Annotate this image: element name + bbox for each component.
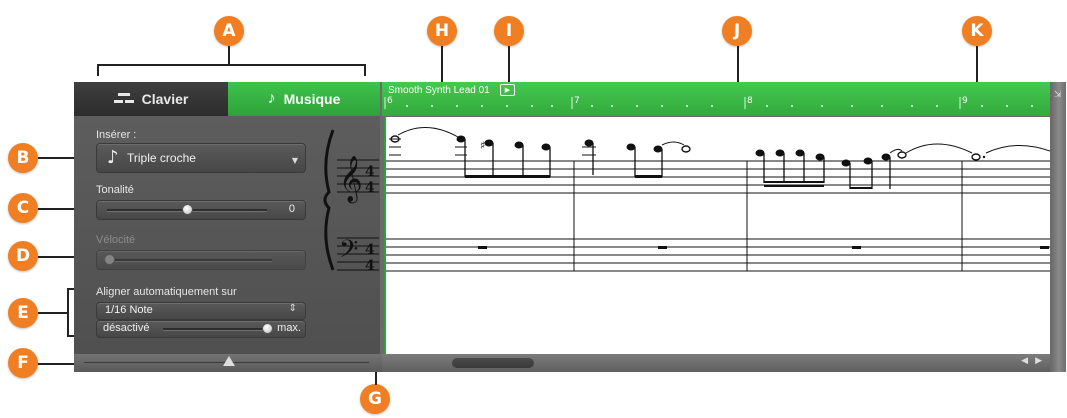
aligner-value: 1/16 Note [105,304,153,316]
callout-a-bracket [97,64,365,66]
callout-i: I [494,16,524,46]
horizontal-scrollbar[interactable]: ◀ ▶ [382,354,1050,372]
score-editor-window: Clavier ♪ Musique Insérer : ♪ Triple cro… [74,82,1066,372]
ruler-mark-6: 6 [387,96,393,106]
callout-g: G [360,384,390,414]
scroll-right-arrow-icon[interactable]: ▶ [1035,356,1042,366]
aligner-min-label: désactivé [103,322,150,334]
tab-clavier[interactable]: Clavier [74,82,228,116]
callout-e-line [38,312,68,314]
svg-text:4: 4 [365,258,375,274]
aligner-max-label: max. [277,322,301,334]
callout-a-line [228,46,230,65]
resize-handle-icon[interactable]: ⇲ [1054,90,1062,100]
inserer-value: Triple croche [127,151,196,165]
callout-e: E [8,298,38,328]
svg-text:𝄢: 𝄢 [339,235,358,270]
tonalite-label: Tonalité [96,184,134,196]
svg-text:4: 4 [365,180,375,196]
inserer-label: Insérer : [96,129,137,141]
clef-brace: 𝄞 4 4 𝄢 4 4 [323,129,379,274]
velocite-label: Vélocité [96,234,136,246]
music-note-icon: ♪ [267,90,276,107]
tab-clavier-label: Clavier [141,91,189,107]
horizontal-scroll-thumb[interactable] [452,358,534,368]
callout-h: H [427,16,457,46]
callout-d: D [8,241,38,271]
tonalite-slider[interactable]: 0 [96,200,306,220]
tab-musique-label: Musique [283,91,341,107]
vertical-scrollbar[interactable]: ⇲ [1052,82,1066,372]
aligner-slider[interactable]: désactivé max. [96,320,306,338]
chevron-down-icon: ▼ [291,156,298,165]
svg-text:4: 4 [365,164,375,180]
aligner-slider-knob[interactable] [262,323,273,334]
score-area[interactable]: ♯ [384,117,1051,354]
svg-text:4: 4 [365,242,375,258]
callout-b: B [8,143,38,173]
scroll-left-arrow-icon[interactable]: ◀ [1021,356,1028,366]
score-inspector-panel: Clavier ♪ Musique Insérer : ♪ Triple cro… [74,82,380,372]
svg-text:𝄞: 𝄞 [339,156,363,204]
aligner-popup[interactable]: 1/16 Note ⇕ [96,302,306,320]
zoom-slider-bar[interactable] [74,354,382,372]
svg-text:♯: ♯ [480,139,485,152]
callout-f: F [8,348,38,378]
ruler-mark-9: 9 [962,96,968,106]
velocite-slider[interactable] [96,250,306,270]
score-notation[interactable]: ♯ [386,117,1051,354]
callout-k: K [962,16,992,46]
callout-c: C [8,193,38,223]
aligner-label: Aligner automatiquement sur [96,286,237,298]
region-name: Smooth Synth Lead 01 [388,85,490,96]
callout-j: J [722,16,752,46]
velocite-slider-knob[interactable] [104,254,115,265]
zoom-slider-knob[interactable] [223,356,235,366]
tab-musique[interactable]: ♪ Musique [228,82,380,116]
eighth-note-icon: ♪ [107,147,119,168]
tonalite-value: 0 [288,203,295,215]
ruler-mark-8: 8 [747,96,753,106]
play-icon[interactable]: ▶ [500,84,515,96]
ruler-mark-7: 7 [574,96,580,106]
updown-arrows-icon: ⇕ [288,303,297,314]
callout-a: A [214,16,244,46]
keyboard-icon [113,93,134,103]
region-header[interactable]: Smooth Synth Lead 01 ▶ 6 7 8 9 [382,82,1050,116]
timeline-ruler[interactable] [382,97,1050,116]
inserer-popup[interactable]: ♪ Triple croche ▼ [96,143,306,173]
tonalite-slider-knob[interactable] [182,204,193,215]
